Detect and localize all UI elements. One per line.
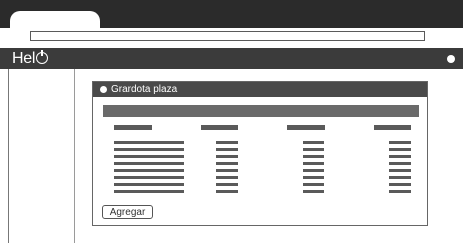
power-icon — [36, 50, 49, 64]
browser-tab[interactable] — [10, 11, 100, 28]
page-left-border — [8, 69, 9, 243]
table-cell — [389, 169, 411, 172]
table-cell — [114, 183, 184, 186]
table-cell — [114, 190, 184, 193]
table-cell — [216, 183, 238, 186]
table-cell — [303, 190, 324, 193]
user-menu-icon[interactable] — [447, 55, 455, 63]
table-cell — [303, 169, 324, 172]
table-header-bar — [103, 105, 419, 117]
dialog-status-icon — [100, 86, 107, 93]
table-cell — [216, 169, 238, 172]
table-cell — [303, 155, 324, 158]
table-cell — [216, 141, 238, 144]
table-cell — [389, 162, 411, 165]
table-cell — [303, 162, 324, 165]
table-cell — [389, 155, 411, 158]
address-bar[interactable] — [30, 31, 425, 41]
column-header-2 — [201, 125, 238, 130]
sidebar-divider — [74, 69, 75, 243]
table-cell — [389, 148, 411, 151]
app-header — [0, 48, 463, 69]
table-cell — [389, 141, 411, 144]
table-cell — [216, 162, 238, 165]
table-cell — [216, 176, 238, 179]
add-button[interactable]: Agregar — [102, 205, 153, 219]
column-header-3 — [287, 125, 325, 130]
table-cell — [216, 155, 238, 158]
column-header-1 — [114, 125, 152, 130]
table-cell — [216, 148, 238, 151]
table-cell — [114, 162, 184, 165]
table-cell — [389, 176, 411, 179]
table-cell — [389, 190, 411, 193]
table-cell — [303, 141, 324, 144]
table-cell — [389, 183, 411, 186]
table-cell — [216, 190, 238, 193]
brand-name: Hel — [12, 50, 36, 67]
table-cell — [114, 141, 184, 144]
table-cell — [114, 155, 184, 158]
table-cell — [303, 183, 324, 186]
table-cell — [303, 148, 324, 151]
dialog-title: Grardota plaza — [111, 84, 178, 95]
table-cell — [114, 148, 184, 151]
table-cell — [114, 176, 184, 179]
table-cell — [114, 169, 184, 172]
table-cell — [303, 176, 324, 179]
brand-logo[interactable]: Hel — [12, 49, 49, 68]
column-header-4 — [374, 125, 411, 130]
